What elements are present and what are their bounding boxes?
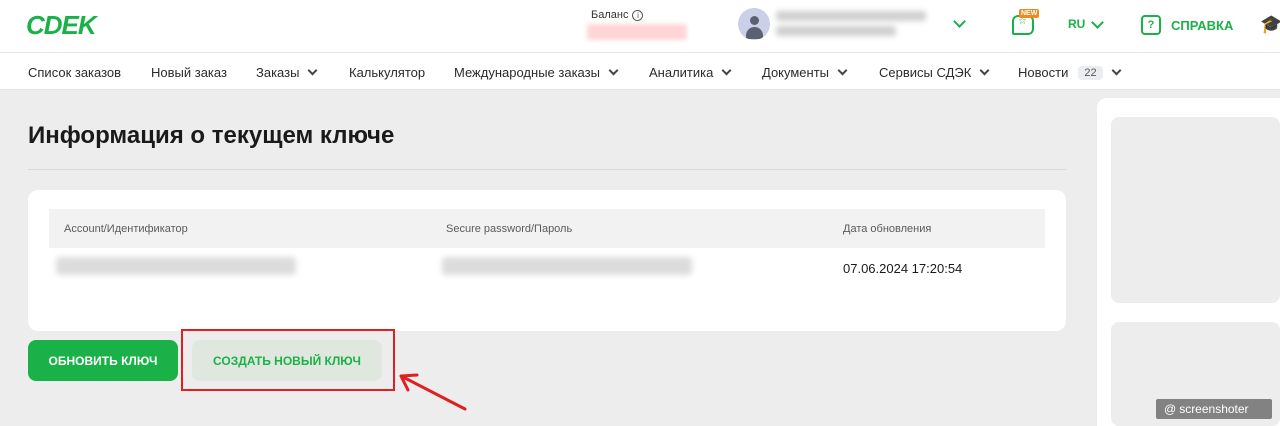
cdek-logo[interactable]: CDEK: [26, 10, 97, 41]
update-key-button[interactable]: ОБНОВИТЬ КЛЮЧ: [28, 340, 178, 381]
chevron-down-icon: [1091, 15, 1105, 29]
chevron-down-icon: [837, 65, 848, 76]
column-header-account: Account/Идентификатор: [64, 223, 188, 235]
avatar[interactable]: [738, 8, 770, 40]
column-header-updated: Дата обновления: [843, 223, 932, 235]
at-icon: @: [1164, 402, 1177, 416]
account-value-redacted: [56, 257, 296, 275]
nav-item-orders[interactable]: Заказы: [256, 65, 318, 80]
nav-item-orders-list[interactable]: Список заказов: [28, 65, 121, 80]
nav-item-new-order[interactable]: Новый заказ: [151, 65, 227, 80]
nav-item-documents[interactable]: Документы: [762, 65, 848, 80]
nav-item-calculator[interactable]: Калькулятор: [349, 65, 425, 80]
top-bar: CDEK Баланс i ☆ NEW RU ? СПРАВКА 🎓: [0, 0, 1280, 53]
chevron-down-icon: [1111, 65, 1122, 76]
password-value-redacted: [442, 257, 692, 275]
info-icon[interactable]: i: [632, 9, 644, 21]
balance-label: Баланс i: [591, 9, 644, 21]
highlight-annotation: [181, 329, 395, 391]
language-selector[interactable]: RU: [1068, 15, 1105, 31]
divider: [28, 169, 1066, 170]
chevron-down-icon[interactable]: [953, 15, 966, 28]
chevron-down-icon: [608, 65, 619, 76]
chevron-down-icon: [721, 65, 732, 76]
new-badge: NEW: [1019, 9, 1040, 18]
help-icon: ?: [1141, 15, 1161, 35]
user-name-redacted[interactable]: [776, 6, 932, 42]
page-title: Информация о текущем ключе: [28, 122, 395, 149]
skeleton-block: [1111, 117, 1280, 303]
key-info-card: Account/Идентификатор Secure password/Па…: [28, 190, 1066, 331]
chat-notification-icon[interactable]: ☆: [1012, 15, 1034, 35]
updated-date: 07.06.2024 17:20:54: [843, 261, 963, 276]
screenshoter-watermark: @ screenshoter: [1156, 399, 1272, 419]
nav-item-cdek-services[interactable]: Сервисы СДЭК: [879, 65, 990, 80]
chevron-down-icon: [979, 65, 990, 76]
right-sidebar: [1097, 98, 1280, 426]
nav-item-international-orders[interactable]: Международные заказы: [454, 65, 619, 80]
main-nav: Список заказов Новый заказ Заказы Кальку…: [0, 53, 1280, 90]
balance-value-redacted: [587, 24, 687, 40]
arrow-annotation-icon: [399, 373, 467, 411]
nav-item-news[interactable]: Новости 22: [1018, 65, 1122, 80]
column-header-password: Secure password/Пароль: [446, 223, 573, 235]
nav-item-analytics[interactable]: Аналитика: [649, 65, 732, 80]
graduation-cap-icon[interactable]: 🎓: [1260, 14, 1280, 35]
chevron-down-icon: [308, 65, 318, 76]
news-count-badge: 22: [1078, 65, 1103, 80]
table-header: Account/Идентификатор Secure password/Па…: [49, 209, 1045, 248]
help-link[interactable]: ? СПРАВКА: [1141, 15, 1233, 35]
